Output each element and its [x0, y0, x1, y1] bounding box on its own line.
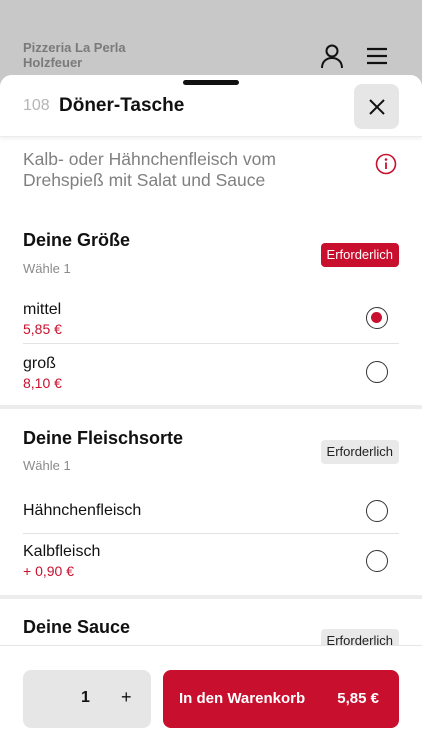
radio-button[interactable] [366, 550, 388, 572]
cart-total-price: 5,85 € [337, 690, 379, 707]
radio-button[interactable] [366, 361, 388, 383]
info-icon[interactable] [375, 153, 397, 175]
section-title-size: Deine Größe [23, 230, 131, 250]
item-title: Döner-Tasche [59, 95, 185, 116]
option-price: 5,85 € [23, 321, 62, 337]
option-name: Kalbfleisch [23, 543, 101, 560]
section-title-sauce: Deine Sauce [23, 617, 131, 637]
required-badge: Erforderlich [320, 440, 399, 464]
required-badge: Erforderlich [320, 243, 399, 267]
option-meat-kalb[interactable]: Kalbfleisch + 0,90 € [23, 543, 399, 579]
divider [23, 533, 399, 534]
section-subtitle-size: Wähle 1 [23, 261, 71, 276]
option-name: mittel [23, 301, 62, 318]
increase-quantity-button[interactable]: + [121, 687, 132, 708]
option-meat-haehnchen[interactable]: Hähnchenfleisch [23, 500, 399, 522]
option-size-mittel[interactable]: mittel 5,85 € [23, 301, 399, 337]
quantity-value: 1 [81, 689, 90, 706]
section-subtitle-meat: Wähle 1 [23, 458, 71, 473]
option-price: 8,10 € [23, 375, 62, 391]
option-name: Hähnchenfleisch [23, 502, 142, 519]
restaurant-name[interactable]: Pizzeria La Perla Holzfeuer [23, 40, 126, 70]
add-to-cart-label: In den Warenkorb [179, 690, 306, 707]
sheet-grabber[interactable] [183, 80, 239, 85]
section-separator [0, 405, 422, 409]
close-icon [368, 98, 385, 115]
divider [23, 343, 399, 344]
item-description: Kalb- oder Hähnchenfleisch vom Drehspieß… [23, 149, 276, 190]
item-number: 108 [23, 97, 50, 114]
brand-line-1: Pizzeria La Perla [23, 40, 126, 55]
option-price: + 0,90 € [23, 563, 74, 579]
quantity-stepper[interactable]: 1 + [23, 670, 151, 728]
sheet-header: 108 Döner-Tasche [0, 75, 422, 137]
section-title-meat: Deine Fleischsorte [23, 428, 184, 448]
user-icon[interactable] [318, 42, 346, 70]
menu-icon[interactable] [364, 42, 392, 70]
add-to-cart-button[interactable]: In den Warenkorb 5,85 € [163, 670, 399, 728]
section-separator [0, 595, 422, 599]
close-button[interactable] [354, 84, 399, 129]
brand-line-2: Holzfeuer [23, 55, 83, 70]
option-size-gross[interactable]: groß 8,10 € [23, 355, 399, 391]
cart-footer: 1 + In den Warenkorb 5,85 € [0, 645, 422, 750]
radio-button-selected[interactable] [366, 307, 388, 329]
radio-button[interactable] [366, 500, 388, 522]
item-detail-sheet: 108 Döner-Tasche Kalb- oder Hähnchenflei… [0, 75, 422, 750]
option-name: groß [23, 355, 56, 372]
